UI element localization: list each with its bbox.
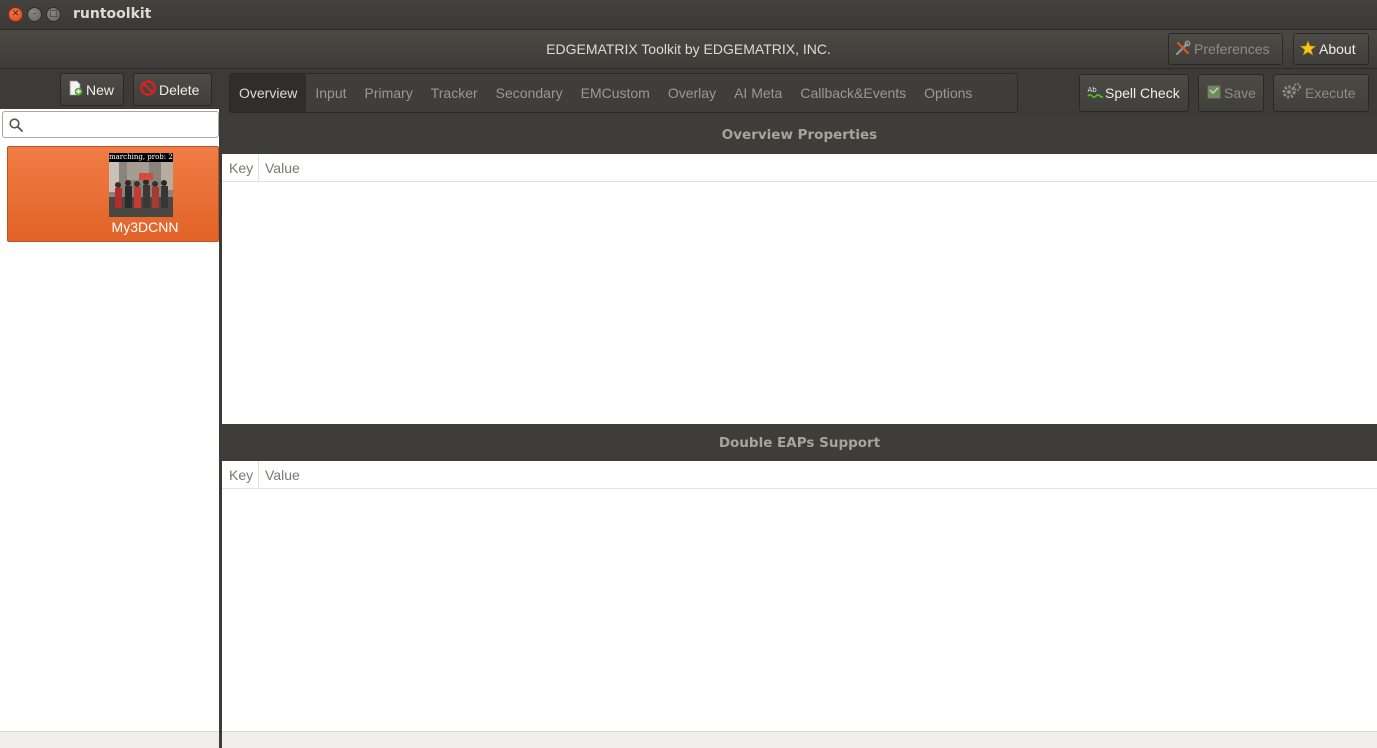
save-icon: [1206, 84, 1222, 103]
overview-properties-table[interactable]: [222, 183, 1377, 424]
column-header-key[interactable]: Key: [222, 154, 259, 182]
search-input[interactable]: [27, 115, 215, 134]
header-bar: EDGEMATRIX Toolkit by EDGEMATRIX, INC. P…: [0, 29, 1377, 69]
preferences-label: Preferences: [1194, 41, 1270, 57]
section-title-double-eaps-support: Double EAPs Support: [222, 424, 1377, 462]
section-title-overview-properties: Overview Properties: [222, 116, 1377, 154]
new-button[interactable]: New: [60, 73, 124, 106]
tab-bar: Overview Input Primary Tracker Secondary…: [229, 73, 1018, 113]
save-label: Save: [1224, 85, 1256, 101]
thumbnail-caption: marching, prob: 21: [109, 153, 173, 162]
tab-primary[interactable]: Primary: [356, 74, 422, 112]
sidebar-statusbar: [0, 731, 220, 748]
preferences-button[interactable]: Preferences: [1168, 33, 1283, 65]
tab-overview[interactable]: Overview: [230, 74, 307, 112]
main-statusbar: [222, 731, 1377, 748]
tab-emcustom[interactable]: EMCustom: [572, 74, 659, 112]
gear-icon: [1281, 82, 1303, 105]
app-window: ✕ – □ runtoolkit EDGEMATRIX Toolkit by E…: [0, 0, 1377, 748]
main-toolbar: Overview Input Primary Tracker Secondary…: [222, 69, 1377, 116]
sidebar-toolbar: New Delete: [0, 69, 221, 109]
main-panel: Overview Input Primary Tracker Secondary…: [222, 69, 1377, 748]
tab-tracker[interactable]: Tracker: [422, 74, 487, 112]
maximize-icon[interactable]: □: [46, 7, 61, 22]
execute-button[interactable]: Execute: [1273, 74, 1369, 112]
table-header: Key Value: [222, 154, 1377, 182]
title-bar: ✕ – □ runtoolkit: [0, 0, 1377, 29]
list-item[interactable]: marching, prob: 21 My3DCNN: [7, 146, 219, 242]
column-header-key[interactable]: Key: [222, 461, 259, 489]
app-title: runtoolkit: [73, 6, 152, 22]
about-label: About: [1319, 41, 1356, 57]
close-icon[interactable]: ✕: [8, 7, 23, 22]
wrench-screwdriver-icon: [1175, 40, 1191, 59]
new-label: New: [86, 81, 115, 98]
execute-label: Execute: [1305, 85, 1356, 101]
thumbnail-image: marching, prob: 21: [109, 153, 173, 217]
star-icon: [1299, 39, 1317, 59]
no-entry-icon: [140, 80, 156, 99]
column-header-value[interactable]: Value: [259, 461, 300, 489]
delete-label: Delete: [159, 81, 200, 98]
list-item-label: My3DCNN: [111, 219, 179, 235]
double-eaps-support-table[interactable]: [222, 490, 1377, 731]
tab-ai-meta[interactable]: AI Meta: [725, 74, 791, 112]
spell-check-icon: Ab: [1087, 84, 1104, 103]
tab-callback-events[interactable]: Callback&Events: [791, 74, 915, 112]
model-list: marching, prob: 21 My3DCNN: [0, 140, 220, 732]
about-button[interactable]: About: [1293, 33, 1369, 65]
sidebar: New Delete marching, prob: 21 My3DCNN: [0, 69, 221, 748]
table-header: Key Value: [222, 461, 1377, 489]
svg-text:Ab: Ab: [1088, 86, 1098, 94]
column-header-value[interactable]: Value: [259, 154, 300, 182]
minimize-icon[interactable]: –: [27, 7, 42, 22]
tab-secondary[interactable]: Secondary: [487, 74, 572, 112]
tab-overlay[interactable]: Overlay: [659, 74, 725, 112]
save-button[interactable]: Save: [1198, 74, 1264, 112]
search-box: [2, 111, 219, 138]
new-document-icon: [67, 80, 83, 99]
spell-check-button[interactable]: Ab Spell Check: [1079, 74, 1189, 112]
spell-check-label: Spell Check: [1105, 85, 1180, 101]
search-icon: [9, 117, 23, 136]
tab-input[interactable]: Input: [306, 74, 355, 112]
delete-button[interactable]: Delete: [133, 73, 212, 106]
tab-options[interactable]: Options: [915, 74, 981, 112]
